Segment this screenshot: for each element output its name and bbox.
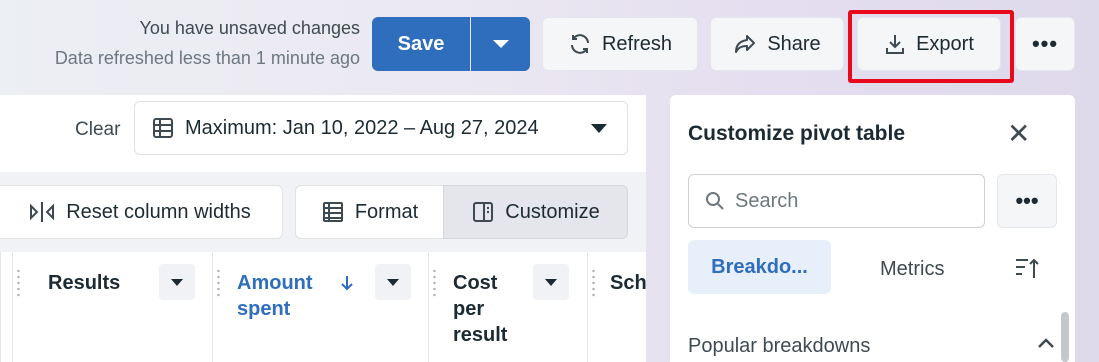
column-title: Results	[48, 272, 121, 294]
format-label: Format	[354, 200, 419, 223]
caret-down-icon	[171, 278, 183, 286]
column-drag-handle[interactable]	[17, 268, 20, 298]
share-label: Share	[767, 32, 821, 55]
column-title-line1: Cost	[453, 272, 498, 294]
export-label: Export	[916, 32, 974, 55]
caret-down-icon	[387, 278, 399, 286]
format-button[interactable]: Format	[295, 185, 444, 239]
sort-icon[interactable]	[1014, 254, 1040, 282]
panel-icon	[473, 202, 494, 222]
search-field[interactable]	[688, 174, 985, 228]
column-drag-handle[interactable]	[592, 268, 595, 298]
column-header-results[interactable]: Results	[12, 252, 212, 362]
save-button[interactable]: Save	[372, 17, 470, 71]
column-drag-handle[interactable]	[217, 268, 220, 298]
column-header-schedule[interactable]: Sch	[587, 252, 646, 362]
share-icon	[735, 35, 756, 53]
chevron-up-icon[interactable]	[1036, 335, 1056, 351]
panel-more-button[interactable]: •••	[997, 174, 1057, 228]
chevron-down-icon	[492, 40, 509, 48]
caret-down-icon	[591, 123, 607, 133]
date-range-picker[interactable]: Maximum: Jan 10, 2022 – Aug 27, 2024	[134, 101, 628, 155]
column-header-amount-spent[interactable]: Amount spent	[212, 252, 428, 362]
search-input[interactable]	[735, 189, 955, 213]
tab-metrics[interactable]: Metrics	[880, 258, 944, 281]
data-refreshed-text: Data refreshed less than 1 minute ago	[54, 48, 360, 68]
date-range-label: Maximum: Jan 10, 2022 – Aug 27, 2024	[185, 116, 539, 139]
column-menu-button[interactable]	[533, 264, 569, 300]
reset-label: Reset column widths	[66, 200, 251, 223]
column-drag-handle[interactable]	[433, 268, 436, 298]
column-resize-icon	[30, 202, 55, 222]
column-menu-button[interactable]	[375, 264, 411, 300]
column-menu-button[interactable]	[159, 264, 195, 300]
column-edge	[0, 252, 12, 362]
search-icon	[706, 192, 724, 210]
column-header-cost-per-result[interactable]: Cost per result	[428, 252, 587, 362]
panel-scrollbar[interactable]	[1061, 312, 1069, 362]
refresh-button[interactable]: Refresh	[542, 17, 698, 71]
refresh-label: Refresh	[601, 32, 673, 55]
format-grid-icon	[322, 202, 343, 222]
column-title: Sch	[610, 272, 646, 294]
calendar-table-icon	[153, 118, 173, 138]
save-options-dropdown[interactable]	[471, 17, 530, 71]
download-icon	[886, 35, 905, 54]
tab-breakdowns[interactable]: Breakdo...	[688, 240, 831, 294]
clear-link[interactable]: Clear	[75, 119, 120, 141]
column-title-line2: spent	[237, 298, 291, 320]
column-title-line1: Amount	[237, 272, 313, 294]
reset-column-widths-button[interactable]: Reset column widths	[0, 185, 283, 239]
more-options-button[interactable]: •••	[1015, 17, 1075, 71]
arrow-down-icon	[341, 276, 353, 291]
customize-label: Customize	[505, 200, 600, 223]
unsaved-changes-text: You have unsaved changes	[139, 18, 360, 38]
refresh-icon	[570, 34, 589, 54]
popular-breakdowns-heading: Popular breakdowns	[688, 335, 871, 357]
close-icon[interactable]: ✕	[1007, 120, 1030, 148]
export-button[interactable]: Export	[857, 17, 1001, 71]
share-button[interactable]: Share	[710, 17, 844, 71]
column-title-line2: per	[453, 298, 485, 320]
panel-title: Customize pivot table	[688, 122, 906, 145]
caret-down-icon	[545, 278, 557, 286]
column-title-line3: result	[453, 324, 508, 346]
customize-button[interactable]: Customize	[443, 185, 628, 239]
